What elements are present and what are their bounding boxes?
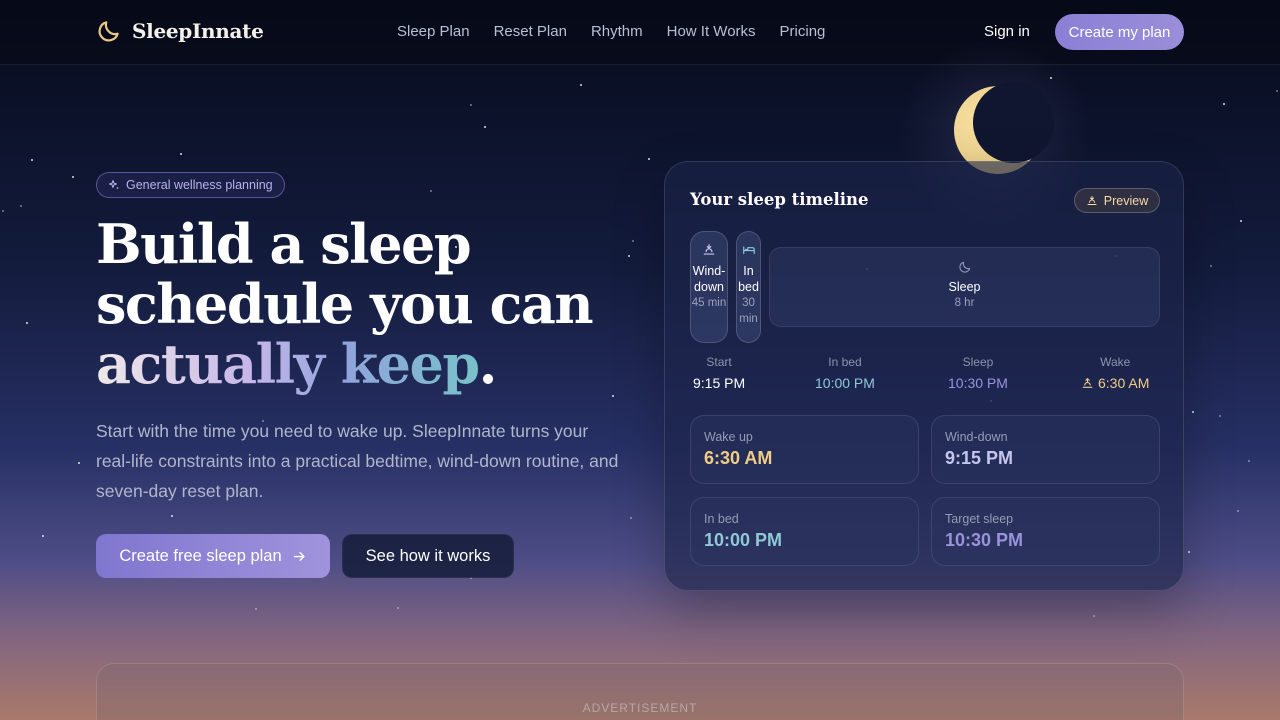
brand-logo[interactable]: SleepInnate xyxy=(96,18,264,44)
top-navbar: SleepInnate Sleep Plan Reset Plan Rhythm… xyxy=(0,0,1280,65)
nav-link-pricing[interactable]: Pricing xyxy=(780,23,826,40)
headline-period: . xyxy=(478,332,498,396)
sunrise-icon xyxy=(1087,195,1097,205)
hero-headline: Build a sleep schedule you can actually … xyxy=(96,214,656,394)
sparkle-icon xyxy=(109,180,119,190)
wellness-badge: General wellness planning xyxy=(96,172,285,198)
bed-icon xyxy=(742,246,755,255)
sleep-segment: Sleep 8 hr xyxy=(769,247,1160,327)
sleep-label: Sleep xyxy=(948,280,981,294)
stat-wind-down: Wind-down 9:15 PM xyxy=(931,415,1160,484)
preview-label: Preview xyxy=(1103,193,1149,208)
sunrise-icon xyxy=(1082,377,1093,388)
moon-icon xyxy=(958,261,970,273)
stat-wake-up-caption: Wake up xyxy=(704,430,753,444)
stat-wind-down-value: 9:15 PM xyxy=(945,448,1014,468)
hero-subtext: Start with the time you need to wake up.… xyxy=(96,421,619,501)
stat-target-sleep-caption: Target sleep xyxy=(945,512,1014,526)
timeline-wake: Wake 6:30 AM xyxy=(1081,355,1149,394)
timeline-sleep-value: 10:30 PM xyxy=(948,375,1008,391)
preview-badge[interactable]: Preview xyxy=(1074,188,1160,213)
sleep-duration: 8 hr xyxy=(954,297,975,309)
timeline-inbed-caption: In bed xyxy=(828,355,862,369)
card-title: Your sleep timeline xyxy=(690,190,869,209)
stat-wake-up: Wake up 6:30 AM xyxy=(690,415,919,484)
nav-link-how-it-works[interactable]: How It Works xyxy=(667,23,756,40)
nav-link-reset-plan[interactable]: Reset Plan xyxy=(494,23,567,40)
headline-accent: actually keep xyxy=(96,332,480,396)
stat-target-sleep-value: 10:30 PM xyxy=(945,530,1024,550)
timeline-inbed: In bed 10:00 PM xyxy=(815,355,875,394)
timeline-sleep-caption: Sleep xyxy=(962,355,994,369)
timeline-wake-row: 6:30 AM xyxy=(1081,372,1149,394)
stat-target-sleep: Target sleep 10:30 PM xyxy=(931,497,1160,566)
timeline-sleep: Sleep 10:30 PM xyxy=(948,355,1008,394)
winddown-label: Wind-down xyxy=(692,264,726,294)
crescent-moon-icon xyxy=(98,21,119,42)
see-how-it-works-button[interactable]: See how it works xyxy=(342,534,514,578)
timeline-wake-value: 6:30 AM xyxy=(1098,375,1150,391)
stat-in-bed-value: 10:00 PM xyxy=(704,530,783,550)
advertisement-label: ADVERTISEMENT xyxy=(582,701,698,715)
nav-link-sleep-plan[interactable]: Sleep Plan xyxy=(397,23,470,40)
headline-line-2: schedule you can xyxy=(96,272,594,336)
inbed-duration: 30 min xyxy=(739,297,758,325)
headline-line-1: Build a sleep xyxy=(96,212,472,276)
timeline-start-caption: Start xyxy=(706,355,732,369)
stat-in-bed-caption: In bed xyxy=(704,512,739,526)
sleep-timeline-card: Your sleep timeline Preview Wind-down 45… xyxy=(664,161,1184,591)
stat-wake-up-value: 6:30 AM xyxy=(704,448,773,468)
arrow-right-icon xyxy=(293,551,305,561)
winddown-duration: 45 min xyxy=(691,297,727,309)
inbed-label: In bed xyxy=(738,264,759,294)
timeline-start: Start 9:15 PM xyxy=(693,355,745,394)
wellness-badge-label: General wellness planning xyxy=(126,178,273,192)
timeline-inbed-value: 10:00 PM xyxy=(815,375,875,391)
winddown-segment: Wind-down 45 min xyxy=(690,231,728,343)
inbed-segment: In bed 30 min xyxy=(736,231,761,343)
nav-links: Sleep Plan Reset Plan Rhythm How It Work… xyxy=(397,23,825,40)
sunset-icon xyxy=(703,244,715,255)
nav-link-rhythm[interactable]: Rhythm xyxy=(591,23,643,40)
stat-in-bed: In bed 10:00 PM xyxy=(690,497,919,566)
sign-in-link[interactable]: Sign in xyxy=(984,23,1030,40)
create-free-sleep-plan-button[interactable]: Create free sleep plan xyxy=(96,534,330,578)
primary-cta-label: Create free sleep plan xyxy=(119,546,282,565)
timeline-wake-caption: Wake xyxy=(1100,355,1131,369)
brand-name: SleepInnate xyxy=(132,19,264,43)
timeline-start-value: 9:15 PM xyxy=(693,375,746,391)
stat-wind-down-caption: Wind-down xyxy=(945,430,1008,444)
moon-shadow xyxy=(973,82,1054,163)
create-my-plan-button[interactable]: Create my plan xyxy=(1055,14,1184,50)
advertisement-slot[interactable]: ADVERTISEMENT xyxy=(96,663,1184,720)
